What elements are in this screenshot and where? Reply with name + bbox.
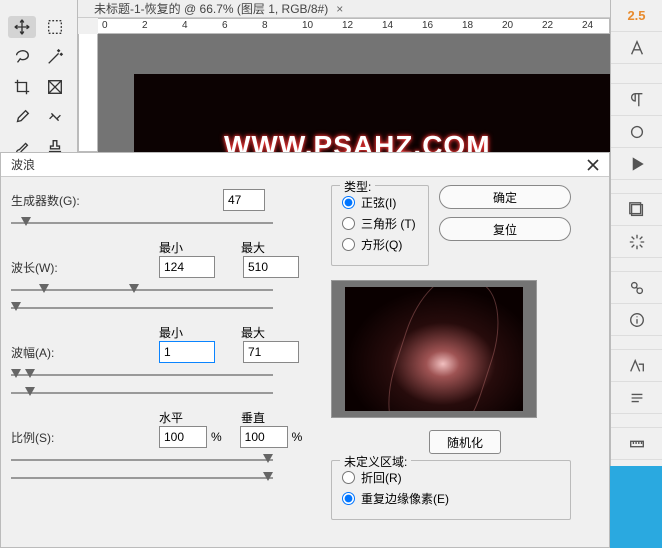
scale-label: 比例(S): [11, 429, 91, 446]
wavelength-max-input[interactable] [243, 256, 299, 278]
measure-icon[interactable] [611, 428, 662, 460]
canvas-text: WWW.PSAHZ.COM [224, 130, 491, 152]
preview [331, 280, 537, 418]
amplitude-slider-2[interactable] [11, 385, 273, 399]
frame-tool[interactable] [42, 76, 70, 98]
paragraph-icon[interactable] [611, 84, 662, 116]
wavelength-slider-2[interactable] [11, 300, 273, 314]
close-icon[interactable]: × [336, 2, 343, 16]
para-panel-icon[interactable] [611, 382, 662, 414]
undef-legend: 未定义区域: [340, 453, 411, 470]
layers-icon[interactable] [611, 194, 662, 226]
type-icon[interactable] [611, 32, 662, 64]
amplitude-label: 波幅(A): [11, 344, 91, 361]
link-icon[interactable] [611, 272, 662, 304]
lasso-tool[interactable] [8, 46, 36, 68]
right-panel: 2.5 [610, 0, 662, 548]
generators-slider[interactable] [11, 215, 273, 229]
amplitude-min-input[interactable] [159, 341, 215, 363]
type-triangle[interactable]: 三角形 (T) [342, 215, 418, 232]
crop-tool[interactable] [8, 76, 36, 98]
type-sine[interactable]: 正弦(I) [342, 194, 418, 211]
dialog-titlebar[interactable]: 波浪 [1, 153, 609, 177]
marquee-tool[interactable] [42, 16, 70, 38]
type-square[interactable]: 方形(Q) [342, 236, 418, 253]
char-panel-icon[interactable] [611, 350, 662, 382]
generators-input[interactable] [223, 189, 265, 211]
ok-button[interactable]: 确定 [439, 185, 571, 209]
heal-tool[interactable] [42, 106, 70, 128]
tab-title: 未标题-1-恢复的 @ 66.7% (图层 1, RGB/8#) [94, 0, 328, 17]
wavelength-slider[interactable] [11, 282, 273, 296]
ruler-horizontal: 0 2 4 6 8 10 12 14 16 18 20 22 24 [98, 18, 610, 34]
undef-repeat[interactable]: 重复边缘像素(E) [342, 490, 560, 507]
close-icon[interactable] [583, 155, 603, 175]
generators-label: 生成器数(G): [11, 192, 91, 209]
undef-wrap[interactable]: 折回(R) [342, 469, 560, 486]
play-icon[interactable] [611, 148, 662, 180]
type-fieldset: 类型: 正弦(I) 三角形 (T) 方形(Q) [331, 185, 429, 266]
circle-icon[interactable] [611, 116, 662, 148]
move-tool[interactable] [8, 16, 36, 38]
randomize-button[interactable]: 随机化 [429, 430, 501, 454]
reset-button[interactable]: 复位 [439, 217, 571, 241]
wavelength-label: 波长(W): [11, 259, 91, 276]
document-tab[interactable]: 未标题-1-恢复的 @ 66.7% (图层 1, RGB/8#) × [86, 0, 351, 17]
scale-h-input[interactable] [159, 426, 207, 448]
wand-tool[interactable] [42, 46, 70, 68]
highlight-bar [610, 466, 662, 548]
undefined-area-fieldset: 未定义区域: 折回(R) 重复边缘像素(E) [331, 460, 571, 520]
document-area: 未标题-1-恢复的 @ 66.7% (图层 1, RGB/8#) × 0 2 4… [78, 0, 610, 152]
scale-h-slider[interactable] [11, 452, 273, 466]
info-icon[interactable] [611, 304, 662, 336]
char-size[interactable]: 2.5 [627, 8, 645, 23]
scale-v-input[interactable] [240, 426, 288, 448]
burst-icon[interactable] [611, 226, 662, 258]
type-legend: 类型: [340, 178, 375, 195]
wavelength-min-input[interactable] [159, 256, 215, 278]
eyedropper-tool[interactable] [8, 106, 36, 128]
tab-bar: 未标题-1-恢复的 @ 66.7% (图层 1, RGB/8#) × [78, 0, 610, 18]
canvas[interactable]: WWW.PSAHZ.COM [98, 34, 610, 152]
dialog-title: 波浪 [11, 156, 35, 173]
amplitude-slider[interactable] [11, 367, 273, 381]
scale-v-slider[interactable] [11, 470, 273, 484]
amplitude-max-input[interactable] [243, 341, 299, 363]
wave-dialog: 波浪 生成器数(G): 最小 最大 波长(W): [0, 152, 610, 548]
ruler-vertical [78, 34, 98, 152]
